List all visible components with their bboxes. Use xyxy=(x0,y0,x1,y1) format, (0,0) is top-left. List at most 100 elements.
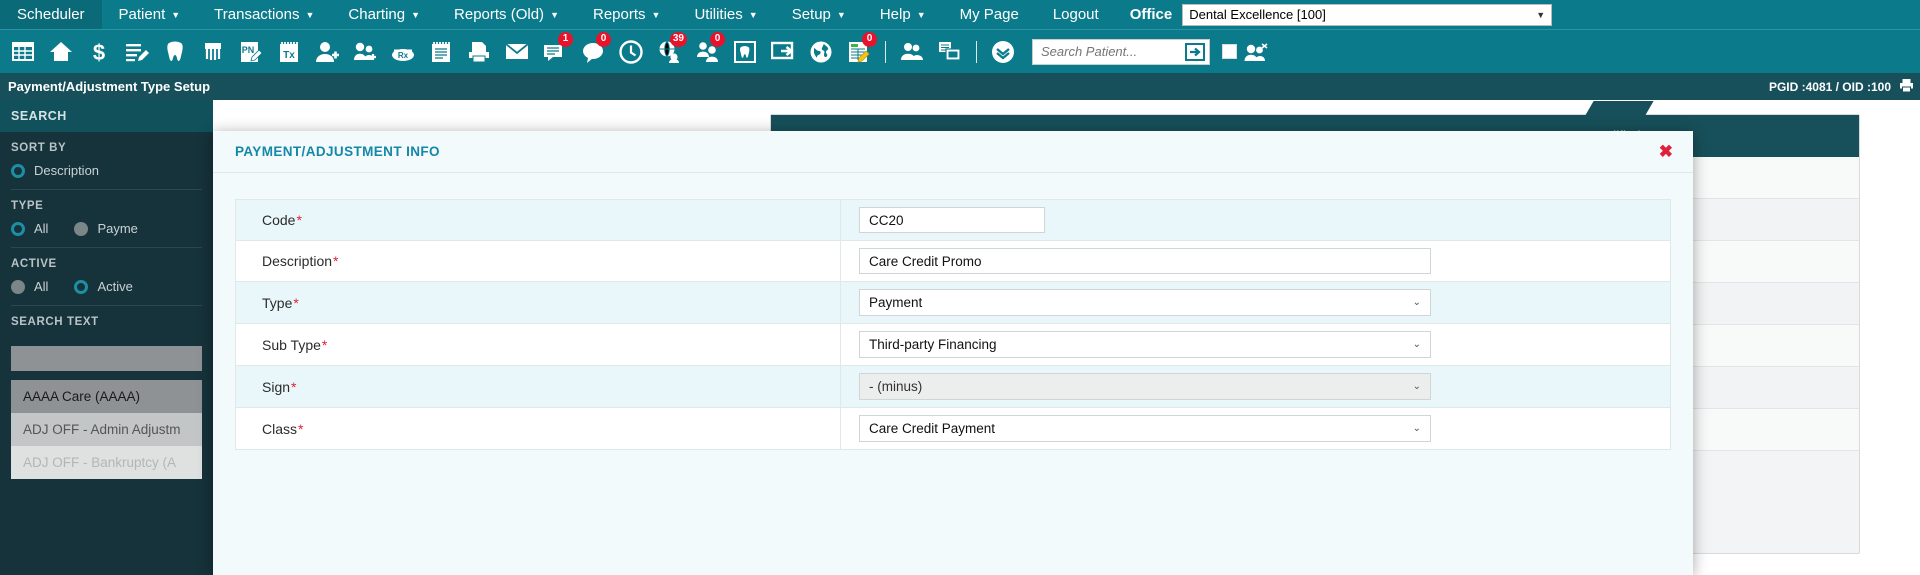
calendar-grid-icon[interactable] xyxy=(4,33,42,71)
tooth-frame-icon[interactable] xyxy=(726,33,764,71)
active-option-all[interactable]: All xyxy=(11,279,48,294)
type-option-payment[interactable]: Payme xyxy=(74,221,138,236)
field-label-text: Code xyxy=(262,212,296,228)
dollar-sign-icon[interactable]: $ xyxy=(80,33,118,71)
page-body: Modified On SEARCH SORT BY Description xyxy=(0,100,1920,575)
sub-type-select[interactable]: Third-party Financing ⌄ xyxy=(859,331,1431,358)
close-icon[interactable]: ✖ xyxy=(1659,143,1673,160)
active-option-label: Active xyxy=(97,279,133,294)
list-item[interactable]: ADJ OFF - Admin Adjustm xyxy=(11,413,202,446)
menu-item-reports[interactable]: Reports ▼ xyxy=(576,0,677,29)
progress-note-icon[interactable]: PN xyxy=(232,33,270,71)
perio-chart-icon[interactable] xyxy=(194,33,232,71)
add-patient-icon[interactable] xyxy=(308,33,346,71)
toolbar-white-square-button[interactable] xyxy=(1222,44,1237,59)
menu-item-transactions[interactable]: Transactions ▼ xyxy=(197,0,331,29)
globe-icon[interactable] xyxy=(802,33,840,71)
notepad-icon[interactable] xyxy=(422,33,460,71)
office-select-value: Dental Excellence [100] xyxy=(1189,7,1326,22)
envelope-mail-icon[interactable] xyxy=(498,33,536,71)
menu-item-label: Reports xyxy=(592,6,646,23)
field-label: Description * xyxy=(236,241,841,281)
required-asterisk: * xyxy=(298,420,304,437)
menu-item-patient[interactable]: Patient ▼ xyxy=(102,0,198,29)
tooth-icon[interactable] xyxy=(156,33,194,71)
active-option-label: All xyxy=(34,279,49,294)
select-value: Payment xyxy=(869,295,923,310)
chevron-down-icon: ⌄ xyxy=(1412,423,1421,434)
field-label: Code * xyxy=(236,200,841,240)
chevron-circle-down-icon[interactable] xyxy=(984,33,1022,71)
patients-group-icon[interactable]: 0 xyxy=(688,31,726,71)
menu-item-scheduler[interactable]: Scheduler xyxy=(0,0,102,29)
chat-bubble-icon[interactable]: 0 xyxy=(574,31,612,71)
sidebar-header: SEARCH xyxy=(0,100,213,132)
search-input[interactable] xyxy=(1033,39,1181,64)
multi-window-icon[interactable] xyxy=(931,33,969,71)
search-submit-button[interactable] xyxy=(1181,40,1209,64)
type-select[interactable]: Payment ⌄ xyxy=(859,289,1431,316)
input-value: CC20 xyxy=(869,212,904,228)
patient-group-edit-icon[interactable] xyxy=(1237,33,1275,71)
print-icon[interactable] xyxy=(1899,78,1914,96)
payment-adjustment-info-modal: PAYMENT/ADJUSTMENT INFO ✖ Code * CC20 Descr… xyxy=(213,131,1693,575)
treatment-plan-icon[interactable]: Tx xyxy=(270,33,308,71)
menu-item-setup[interactable]: Setup ▼ xyxy=(775,0,863,29)
menu-item-logout[interactable]: Logout xyxy=(1036,0,1116,29)
sidebar-search-text-input[interactable] xyxy=(11,346,202,371)
sign-select[interactable]: - (minus) ⌄ xyxy=(859,373,1431,400)
form-row-sub-type: Sub Type * Third-party Financing ⌄ xyxy=(236,324,1670,366)
menu-item-label: My Page xyxy=(959,6,1019,23)
clock-icon[interactable] xyxy=(612,33,650,71)
menu-item-label: Help xyxy=(879,6,911,23)
modal-header: PAYMENT/ADJUSTMENT INFO ✖ xyxy=(213,131,1693,173)
notification-badge: 39 xyxy=(669,31,687,47)
office-select[interactable]: Dental Excellence [100] ▼ xyxy=(1182,3,1553,26)
class-select[interactable]: Care Credit Payment ⌄ xyxy=(859,415,1431,442)
radio-icon[interactable] xyxy=(11,279,25,294)
globe-contacts-icon[interactable]: 39 xyxy=(650,31,688,71)
form-row-sign: Sign * - (minus) ⌄ xyxy=(236,366,1670,408)
menu-item-charting[interactable]: Charting ▼ xyxy=(331,0,437,29)
home-icon[interactable] xyxy=(42,33,80,71)
people-group-icon[interactable] xyxy=(893,33,931,71)
chevron-down-icon: ▼ xyxy=(836,9,846,20)
field-label-text: Sub Type xyxy=(262,336,321,353)
svg-text:$: $ xyxy=(93,40,105,64)
active-option-active[interactable]: Active xyxy=(74,279,133,294)
field-label-text: Description xyxy=(262,253,333,269)
chevron-down-icon: ▼ xyxy=(305,9,315,20)
messages-icon[interactable]: 1 xyxy=(536,31,574,71)
list-item[interactable]: AAAA Care (AAAA) xyxy=(11,380,202,413)
sort-by-option-label: Description xyxy=(34,163,100,178)
chevron-down-icon: ▼ xyxy=(651,9,661,20)
radio-icon[interactable] xyxy=(74,221,89,236)
toolbar-separator xyxy=(885,40,886,63)
radio-icon[interactable] xyxy=(11,163,25,178)
add-family-icon[interactable] xyxy=(346,33,384,71)
code-input[interactable]: CC20 xyxy=(859,207,1045,233)
list-item[interactable]: ADJ OFF - Bankruptcy (A xyxy=(11,446,202,479)
patient-search xyxy=(1032,38,1210,65)
menu-item-label: Scheduler xyxy=(17,6,85,23)
sort-by-option-description[interactable]: Description xyxy=(11,163,99,178)
ledger-edit-icon[interactable] xyxy=(118,33,156,71)
menu-item-reports-old[interactable]: Reports (Old) ▼ xyxy=(437,0,576,29)
menu-item-help[interactable]: Help ▼ xyxy=(863,0,943,29)
chevron-down-icon: ▼ xyxy=(916,9,926,20)
spreadsheet-edit-icon[interactable]: 0 xyxy=(840,31,878,71)
search-sidebar: SEARCH SORT BY Description TYPE All Paym… xyxy=(0,100,213,575)
toolbar-separator xyxy=(976,40,977,63)
menu-item-label: Charting xyxy=(348,6,406,23)
form-row-description: Description * Care Credit Promo xyxy=(236,241,1670,282)
notification-badge: 1 xyxy=(558,31,573,47)
description-input[interactable]: Care Credit Promo xyxy=(859,248,1431,274)
radio-icon[interactable] xyxy=(11,221,25,236)
screen-share-icon[interactable] xyxy=(764,33,802,71)
menu-item-utilities[interactable]: Utilities ▼ xyxy=(677,0,774,29)
print-document-icon[interactable] xyxy=(460,33,498,71)
prescription-rx-icon[interactable]: Rx xyxy=(384,33,422,71)
radio-icon[interactable] xyxy=(74,279,89,294)
menu-item-my-page[interactable]: My Page xyxy=(943,0,1036,29)
type-option-all[interactable]: All xyxy=(11,221,48,236)
